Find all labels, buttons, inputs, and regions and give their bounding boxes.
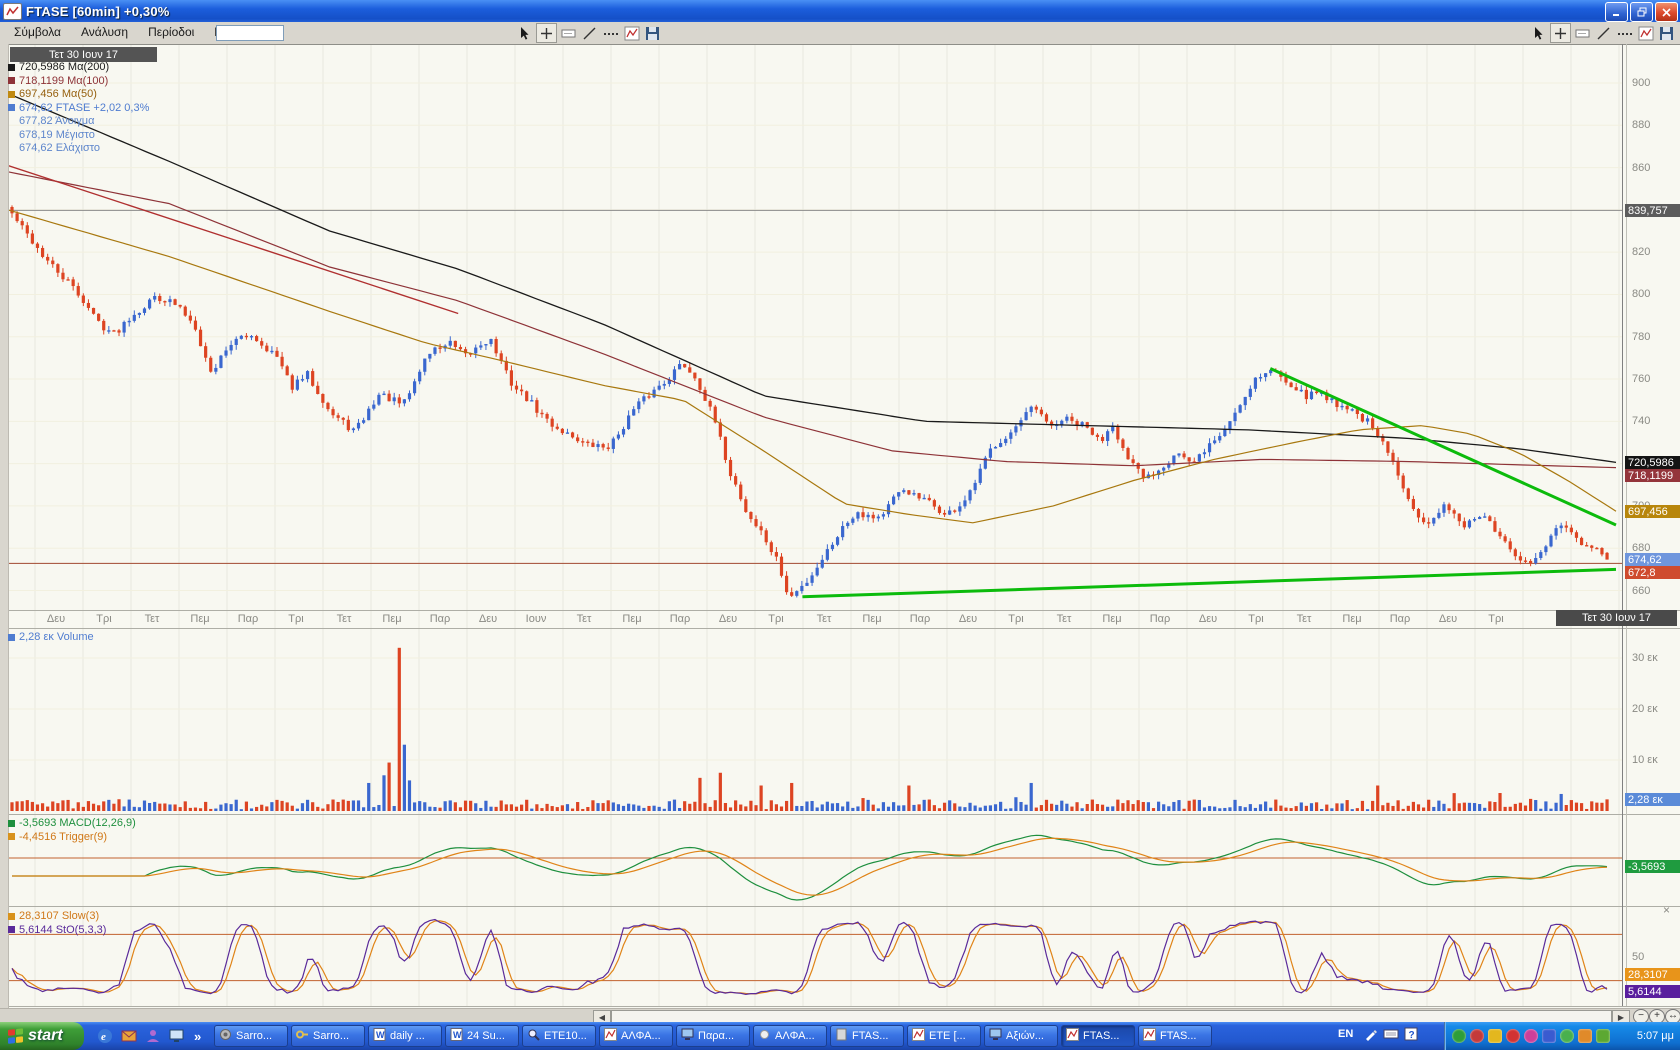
pane-close-icon[interactable]: × — [1663, 903, 1670, 917]
quicklaunch-ie-icon[interactable]: e — [96, 1027, 114, 1045]
magnifier-icon — [527, 1028, 540, 1044]
chart-scrollbar: ◀ ▶ − + ↔ — [0, 1008, 1680, 1023]
tray-shield-icon[interactable] — [1488, 1029, 1502, 1043]
tray-sync-icon[interactable] — [1470, 1029, 1484, 1043]
keyboard-icon[interactable] — [1383, 1027, 1399, 1046]
monitor-icon — [681, 1028, 694, 1044]
taskbar: start e» Sarro...Sarro...Wdaily ...W24 S… — [0, 1022, 1680, 1050]
taskbar-button-Παρα[interactable]: Παρα... — [676, 1025, 750, 1047]
system-tray: 5:07 μμ — [1444, 1022, 1680, 1050]
windows-flag-icon — [8, 1028, 24, 1045]
tray-messenger-icon[interactable] — [1524, 1029, 1538, 1043]
chart-icon — [1143, 1028, 1156, 1044]
tray-gpu-icon[interactable] — [1596, 1029, 1610, 1043]
chart-canvas[interactable] — [0, 0, 1680, 1050]
gridlines — [8, 45, 1622, 1006]
taskbar-button-ETE10[interactable]: ETE10... — [522, 1025, 596, 1047]
tray-alert-icon[interactable] — [1506, 1029, 1520, 1043]
start-button[interactable]: start — [0, 1022, 84, 1050]
file-icon — [835, 1028, 848, 1044]
chart-left-gutter — [0, 44, 9, 1008]
help-icon[interactable]: ? — [1404, 1027, 1418, 1046]
taskbar-button-daily[interactable]: Wdaily ... — [368, 1025, 442, 1047]
taskbar-button-ΑΛΦΑ[interactable]: ΑΛΦΑ... — [753, 1025, 827, 1047]
chart-icon — [604, 1028, 617, 1044]
svg-text:W: W — [376, 1030, 385, 1040]
svg-text:e: e — [101, 1031, 106, 1043]
clock[interactable]: 5:07 μμ — [1637, 1030, 1674, 1042]
application-window: FTASE [60min] +0,30% ΣύμβολαΑνάλυσηΠερίο… — [0, 0, 1680, 1050]
taskbar-button-ETE[interactable]: ETE [... — [907, 1025, 981, 1047]
svg-text:W: W — [453, 1030, 462, 1040]
candles — [10, 205, 1608, 597]
chart-icon — [1066, 1028, 1079, 1044]
dot-icon — [758, 1028, 771, 1044]
pen-icon[interactable] — [1364, 1027, 1378, 1046]
word-icon: W — [450, 1028, 463, 1044]
tray-update-icon[interactable] — [1578, 1029, 1592, 1043]
key-icon — [296, 1028, 309, 1044]
language-indicator[interactable]: EN — [1338, 1028, 1353, 1040]
quicklaunch-mail-icon[interactable] — [120, 1027, 138, 1045]
quicklaunch-chevron-icon[interactable]: » — [194, 1029, 201, 1044]
date-tooltip: Τετ 30 Ιουν 17 — [10, 47, 157, 62]
taskbar-button-Sarro[interactable]: Sarro... — [291, 1025, 365, 1047]
taskbar-button-ΑΛΦΑ[interactable]: ΑΛΦΑ... — [599, 1025, 673, 1047]
chart-icon — [912, 1028, 925, 1044]
taskbar-button-FTAS[interactable]: FTAS... — [830, 1025, 904, 1047]
taskbar-button-24Su[interactable]: W24 Su... — [445, 1025, 519, 1047]
x-axis-highlight-date: Τετ 30 Ιουν 17 — [1556, 610, 1677, 626]
taskbar-button-FTAS[interactable]: FTAS... — [1138, 1025, 1212, 1047]
quicklaunch-person-icon[interactable] — [144, 1027, 162, 1045]
quicklaunch-desktop-icon[interactable] — [168, 1027, 186, 1045]
tray-agent-icon[interactable] — [1452, 1029, 1466, 1043]
svg-text:?: ? — [1409, 1030, 1415, 1041]
gear-icon — [219, 1028, 232, 1044]
monitor-icon — [989, 1028, 1002, 1044]
tray-app-icon[interactable] — [1542, 1029, 1556, 1043]
taskbar-button-Αξιν[interactable]: Αξιών... — [984, 1025, 1058, 1047]
tray-antivirus-icon[interactable] — [1560, 1029, 1574, 1043]
taskbar-button-Sarro[interactable]: Sarro... — [214, 1025, 288, 1047]
word-icon: W — [373, 1028, 386, 1044]
taskbar-button-FTAS[interactable]: FTAS... — [1061, 1025, 1135, 1047]
volume-bars — [10, 648, 1608, 811]
